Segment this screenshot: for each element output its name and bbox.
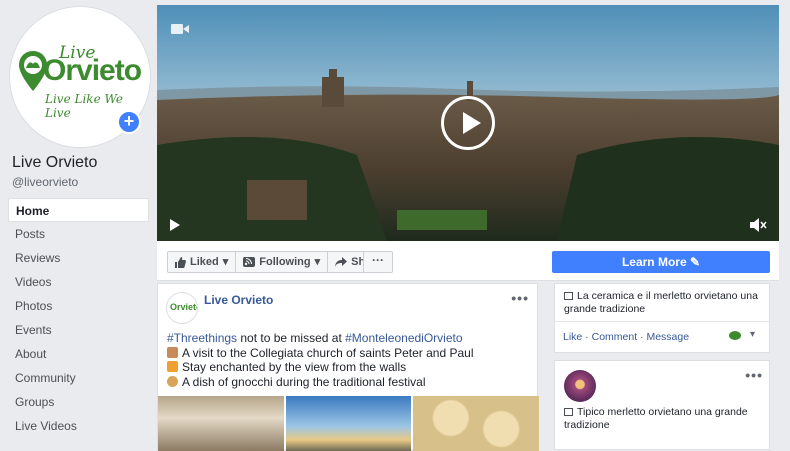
nav-item-community[interactable]: Community xyxy=(8,366,149,390)
hashtag-link[interactable]: #Threethings xyxy=(167,331,237,345)
action-button-group: Liked ▾ Following ▾ Share xyxy=(167,251,390,273)
post-photos xyxy=(158,396,540,451)
post-menu-button[interactable]: ••• xyxy=(511,290,529,306)
play-button[interactable] xyxy=(441,96,495,150)
post-line-text: A visit to the Collegiata church of sain… xyxy=(182,345,474,360)
nav-item-videos[interactable]: Videos xyxy=(8,270,149,294)
chevron-down-icon[interactable]: ▾ xyxy=(750,329,755,340)
post-text: #Threethings not to be missed at #Montel… xyxy=(167,331,532,389)
page-selector-icon[interactable] xyxy=(729,331,741,340)
nav-item-home[interactable]: Home xyxy=(8,198,149,222)
post-photo[interactable] xyxy=(285,396,412,451)
document-icon xyxy=(564,408,573,416)
post-author[interactable]: Live Orvieto xyxy=(204,293,273,307)
church-icon xyxy=(167,346,178,358)
video-camera-icon xyxy=(171,24,189,34)
cover-video[interactable] xyxy=(157,5,779,241)
pencil-icon: ✎ xyxy=(689,255,701,269)
like-link[interactable]: Like xyxy=(563,331,582,343)
page-nav: Home Posts Reviews Videos Photos Events … xyxy=(8,198,149,438)
post-line: A visit to the Collegiata church of sain… xyxy=(167,346,532,361)
learn-more-button[interactable]: Learn More ✎ xyxy=(552,251,770,273)
nav-item-groups[interactable]: Groups xyxy=(8,390,149,414)
post-headline: #Threethings not to be missed at #Montel… xyxy=(167,331,532,346)
post-avatar[interactable]: Orvieto xyxy=(166,292,198,324)
page-handle[interactable]: @liveorvieto xyxy=(12,175,78,189)
play-small-icon[interactable] xyxy=(169,218,181,232)
nav-item-reviews[interactable]: Reviews xyxy=(8,246,149,270)
hashtag-link[interactable]: #MonteleonediOrvieto xyxy=(345,331,462,345)
nav-item-photos[interactable]: Photos xyxy=(8,294,149,318)
feed-post: Orvieto Live Orvieto ••• #Threethings no… xyxy=(157,283,540,451)
logo-orvieto-text: Orvieto xyxy=(43,54,142,87)
post-line: Stay enchanted by the view from the wall… xyxy=(167,360,532,375)
post-line-text: A dish of gnocchi during the traditional… xyxy=(182,374,426,389)
liked-label: Liked xyxy=(190,256,219,268)
food-icon xyxy=(167,375,178,387)
nav-item-posts[interactable]: Posts xyxy=(8,222,149,246)
sunset-icon xyxy=(167,361,178,372)
left-column: Live Orvieto Live Like We Live + Live Or… xyxy=(0,0,157,450)
document-icon xyxy=(564,292,573,300)
post-line-text: Stay enchanted by the view from the wall… xyxy=(182,360,407,374)
rss-icon xyxy=(243,257,256,267)
following-button[interactable]: Following ▾ xyxy=(236,252,329,272)
share-arrow-icon xyxy=(335,257,348,267)
nav-item-events[interactable]: Events xyxy=(8,318,149,342)
card-text-label: Tipico merletto orvietano una grande tra… xyxy=(564,406,748,431)
card-text: Tipico merletto orvietano una grande tra… xyxy=(564,406,764,432)
promo-card: ••• Tipico merletto orvietano una grande… xyxy=(554,360,770,450)
post-photo[interactable] xyxy=(158,396,284,451)
chevron-down-icon: ▾ xyxy=(222,256,229,268)
nav-item-about[interactable]: About xyxy=(8,342,149,366)
add-photo-button[interactable]: + xyxy=(117,110,141,134)
post-line: A dish of gnocchi during the traditional… xyxy=(167,375,532,390)
message-link[interactable]: Message xyxy=(646,331,689,343)
liked-button[interactable]: Liked ▾ xyxy=(168,252,237,272)
thumbs-up-icon xyxy=(175,256,186,268)
card-text-label: La ceramica e il merletto orvietano una … xyxy=(564,290,758,315)
comment-link[interactable]: Comment xyxy=(592,331,638,343)
card-actions: Like · Comment · Message xyxy=(563,331,690,343)
card-menu-button[interactable]: ••• xyxy=(745,367,763,383)
divider xyxy=(555,321,771,322)
page-action-bar: Liked ▾ Following ▾ Share ··· Learn More… xyxy=(157,241,779,281)
card-text: La ceramica e il merletto orvietano una … xyxy=(564,290,764,316)
promo-card: La ceramica e il merletto orvietano una … xyxy=(554,283,771,353)
more-options-button[interactable]: ··· xyxy=(363,251,393,273)
post-text-fragment: not to be missed at xyxy=(237,331,346,345)
following-label: Following xyxy=(259,256,311,268)
chevron-down-icon: ▾ xyxy=(314,256,321,268)
post-avatar-label: Orvieto xyxy=(170,302,197,312)
nav-item-live-videos[interactable]: Live Videos xyxy=(8,414,149,438)
learn-more-label: Learn More xyxy=(621,255,687,269)
post-photo[interactable] xyxy=(413,396,540,451)
page-title[interactable]: Live Orvieto xyxy=(12,154,97,172)
mute-icon[interactable] xyxy=(749,217,767,233)
card-avatar[interactable] xyxy=(564,370,596,402)
